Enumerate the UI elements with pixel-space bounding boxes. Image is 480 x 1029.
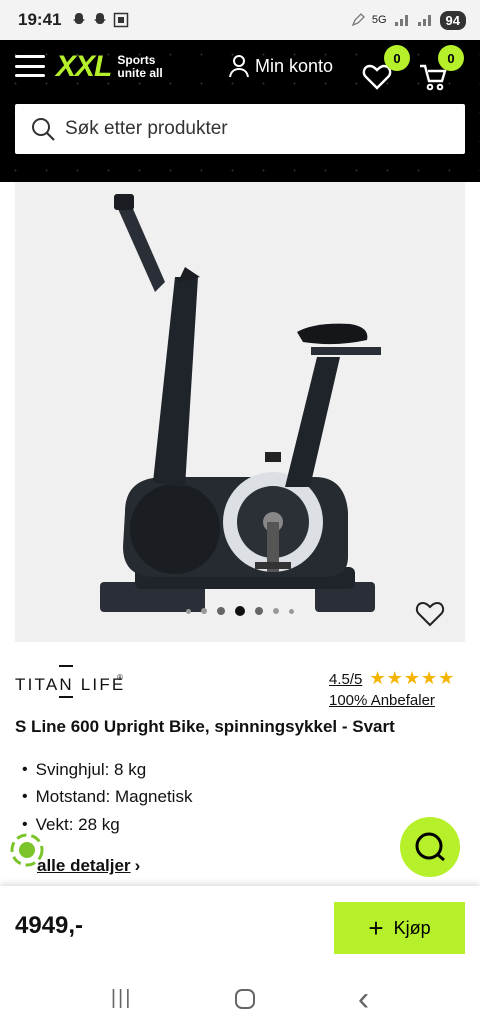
spec-list: Svinghjul: 8 kg Motstand: Magnetisk Vekt… <box>22 756 193 839</box>
product-title: S Line 600 Upright Bike, spinningsykkel … <box>15 717 395 736</box>
notification-icons <box>71 12 129 28</box>
search-icon <box>32 118 55 141</box>
search-placeholder: Søk etter produkter <box>65 118 228 139</box>
brand-name: TITAN LIFE <box>15 675 125 694</box>
exercise-bike-image <box>100 194 381 612</box>
all-details-link[interactable]: alle detaljer › <box>37 856 140 876</box>
chevron-right-icon: › <box>134 856 141 875</box>
signal-icon <box>394 15 408 26</box>
account-label: Min konto <box>255 55 334 76</box>
buy-button[interactable]: + Kjøp <box>334 902 465 954</box>
recent-apps-button[interactable]: ||| <box>111 987 133 1010</box>
menu-icon[interactable] <box>15 55 45 77</box>
gallery-dot[interactable] <box>217 607 225 615</box>
snapchat-icon <box>73 13 86 24</box>
gallery-dot[interactable] <box>273 608 279 614</box>
chat-icon <box>415 832 445 862</box>
battery-level: 94 <box>439 10 466 30</box>
cart-count: 0 <box>438 45 464 71</box>
gallery-dot[interactable] <box>201 608 207 614</box>
back-button[interactable]: ‹ <box>358 982 369 1016</box>
all-details-label: alle detaljer <box>37 856 131 875</box>
gallery-dot-active[interactable] <box>235 606 245 616</box>
screenshot-icon <box>114 12 129 28</box>
product-price: 4949,- <box>15 912 84 939</box>
system-icons: 5G 94 <box>351 10 466 30</box>
user-icon <box>229 55 249 78</box>
chat-button[interactable] <box>400 817 460 877</box>
product-image-gallery[interactable] <box>15 182 465 642</box>
gallery-dot[interactable] <box>289 608 294 614</box>
xxl-logo[interactable]: XXL Sports unite all <box>56 50 163 84</box>
edit-icon <box>351 13 365 27</box>
site-header: XXL Sports unite all Min konto 0 0 Søk e… <box>0 40 480 182</box>
wishlist-count: 0 <box>384 45 410 71</box>
gallery-dot[interactable] <box>186 608 191 614</box>
spec-item: Svinghjul: 8 kg <box>22 756 192 784</box>
android-navigation-bar: ||| ‹ <box>0 968 480 1029</box>
buy-label: Kjøp <box>393 917 431 938</box>
logo-tagline: Sports unite all <box>117 53 163 80</box>
favorite-heart-icon[interactable] <box>415 600 445 628</box>
product-rating[interactable]: 4.5/5 ★★★★★ 100% Anbefaler <box>329 668 455 709</box>
status-bar: 19:41 5G 94 <box>0 0 480 40</box>
status-time: 19:41 <box>18 10 62 29</box>
brand-registered-mark: ® <box>117 673 123 682</box>
snapchat-icon <box>94 13 107 24</box>
gallery-dot[interactable] <box>255 607 263 615</box>
plus-icon: + <box>368 913 384 943</box>
rating-stars: ★★★★★ <box>369 668 456 688</box>
floating-app-icon[interactable] <box>10 833 44 867</box>
logo-text: XXL <box>56 50 112 83</box>
spec-item: Vekt: 28 kg <box>22 811 192 839</box>
recommend-rate[interactable]: 100% Anbefaler <box>329 692 455 709</box>
network-type: 5G <box>371 14 387 26</box>
buy-bar: 4949,- + Kjøp <box>0 886 480 968</box>
gallery-dots[interactable] <box>15 606 465 616</box>
rating-score[interactable]: 4.5/5 <box>329 671 362 688</box>
wishlist-button[interactable]: 0 <box>360 45 410 92</box>
account-link[interactable]: Min konto <box>228 54 333 78</box>
signal-icon <box>417 15 431 26</box>
search-input[interactable]: Søk etter produkter <box>15 104 465 154</box>
home-button[interactable] <box>234 988 256 1010</box>
brand-logo[interactable]: TITAN LIFE ® <box>15 664 135 705</box>
cart-button[interactable]: 0 <box>418 45 464 92</box>
spec-item: Motstand: Magnetisk <box>22 784 193 812</box>
